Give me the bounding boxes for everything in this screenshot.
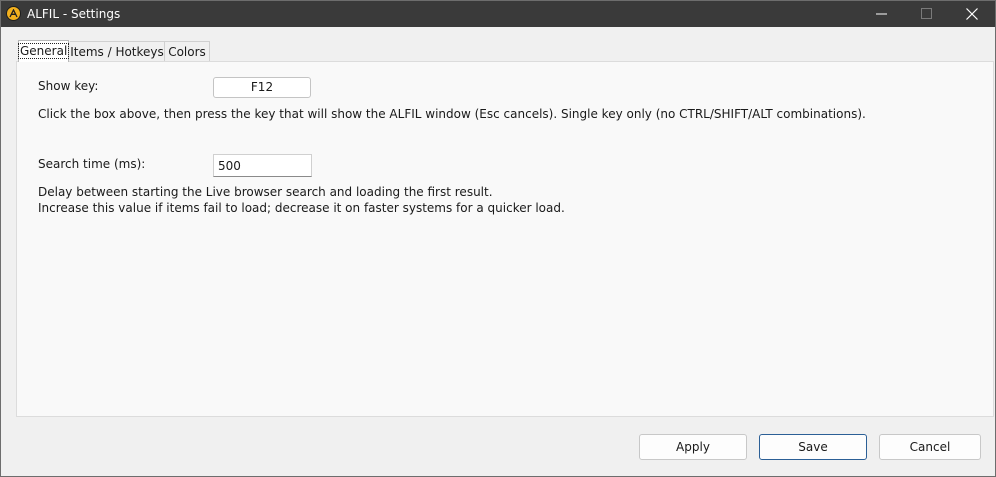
show-key-capture-box[interactable]: F12: [213, 77, 311, 98]
title-bar[interactable]: ALFIL - Settings: [1, 1, 995, 27]
show-key-help-text: Click the box above, then press the key …: [38, 107, 866, 121]
tab-general[interactable]: General: [17, 40, 70, 62]
tab-items-hotkeys[interactable]: Items / Hotkeys: [70, 41, 165, 61]
maximize-button[interactable]: [904, 1, 950, 27]
close-icon: [966, 8, 978, 20]
apply-button[interactable]: Apply: [639, 434, 747, 460]
save-button[interactable]: Save: [759, 434, 867, 460]
minimize-button[interactable]: [859, 1, 905, 27]
minimize-icon: [876, 13, 887, 15]
tab-colors-label: Colors: [168, 45, 206, 59]
search-time-label: Search time (ms):: [38, 157, 146, 171]
maximize-icon: [921, 8, 932, 19]
tab-general-label: General: [17, 43, 70, 59]
tab-colors[interactable]: Colors: [165, 41, 210, 61]
close-button[interactable]: [949, 1, 995, 27]
search-time-help-line-2: Increase this value if items fail to loa…: [38, 201, 565, 215]
settings-window: ALFIL - Settings General Items / Hotkeys…: [0, 0, 996, 477]
window-title: ALFIL - Settings: [27, 7, 121, 21]
search-time-help-line-1: Delay between starting the Live browser …: [38, 185, 493, 199]
tab-items-hotkeys-label: Items / Hotkeys: [70, 45, 164, 59]
cancel-button[interactable]: Cancel: [879, 434, 981, 460]
show-key-label: Show key:: [38, 79, 99, 93]
alfil-logo-icon: [6, 6, 21, 21]
search-time-input[interactable]: [213, 154, 312, 177]
